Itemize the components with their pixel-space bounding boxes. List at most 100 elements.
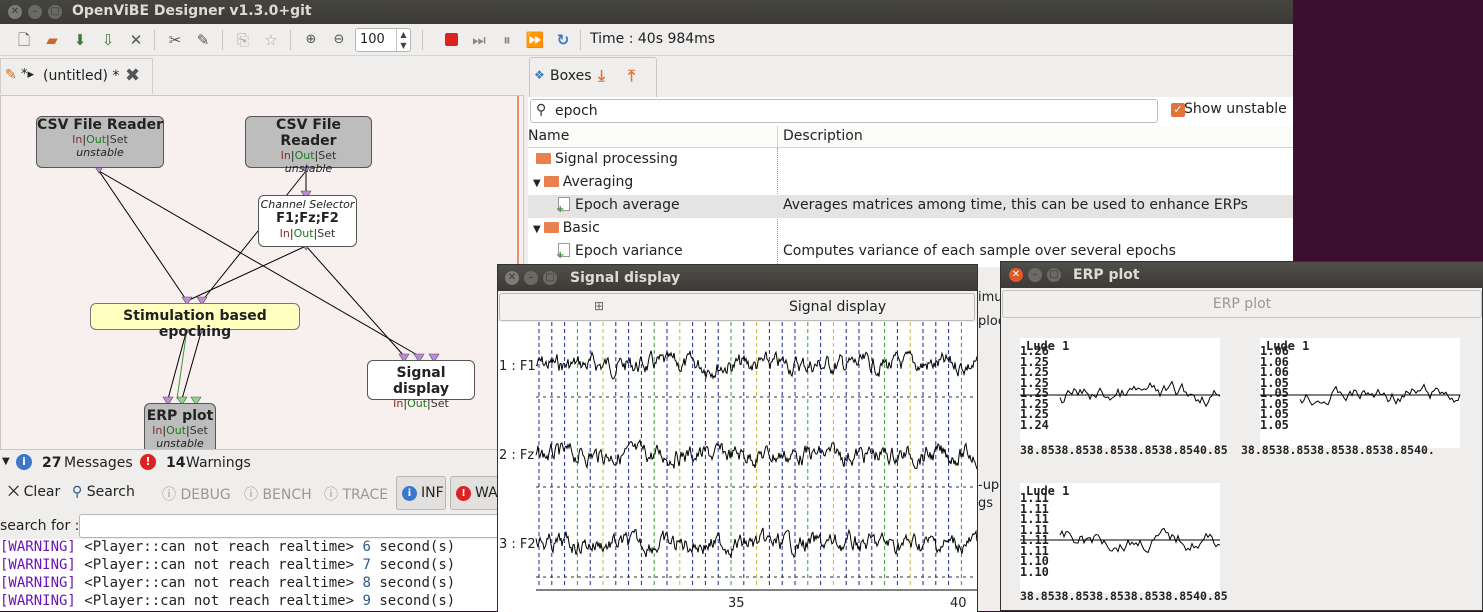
io-out: Out (293, 227, 314, 240)
messages-label: Messages (64, 455, 133, 471)
io-out: Out (166, 424, 187, 437)
tree-row-basic[interactable]: ▼ Basic (528, 218, 1293, 241)
partial-text: imu (978, 290, 1003, 305)
download-icon[interactable]: ⤓ (598, 66, 605, 86)
maximize-window-icon[interactable]: □ (543, 271, 557, 285)
upload-icon[interactable]: ⤒ (628, 66, 635, 86)
collapse-icon[interactable]: ▼ (2, 456, 10, 467)
trace-filter[interactable]: ⓘ TRACE (324, 484, 388, 504)
box-name: F1;Fz;F2 (276, 211, 339, 226)
zoom-value: 100 (360, 32, 385, 47)
col-name[interactable]: Name (528, 128, 569, 144)
zoom-out-icon[interactable]: ⊖ (329, 30, 349, 50)
signal-display-button[interactable]: ⊞ Signal display (499, 293, 975, 321)
io-in: In (72, 133, 83, 146)
window-title: Signal display (570, 270, 681, 286)
signal-plot-area[interactable]: 1 : F1 2 : Fz 3 : F2 35 40 (498, 322, 977, 612)
search-for-label: search for : (0, 518, 80, 534)
bench-filter[interactable]: ⓘ BENCH (244, 484, 312, 504)
play-icon[interactable]: ⏩ (525, 30, 545, 50)
new-icon[interactable]: 🗋 (14, 30, 34, 50)
show-unstable-checkbox[interactable]: ✓ (1171, 103, 1185, 117)
redo-icon[interactable]: ☆ (261, 30, 281, 50)
box-channel-selector[interactable]: Channel Selector F1;Fz;F2 In|Out|Set (258, 195, 357, 247)
edit-icon[interactable]: ✎ (193, 30, 213, 50)
tree-row-signal-processing[interactable]: Signal processing (528, 149, 1293, 172)
warning-filter-toggle[interactable]: ! WA (450, 476, 498, 510)
close-window-icon[interactable]: ✕ (505, 271, 519, 285)
pause-icon[interactable]: ⏸ (497, 30, 517, 50)
toolbar-separator (154, 30, 155, 50)
tree-row-epoch-average[interactable]: Epoch average Averages matrices among ti… (528, 195, 1293, 218)
debug-filter[interactable]: ⓘ DEBUG (162, 484, 231, 504)
log-view[interactable]: [WARNING] <Player::can not reach realtim… (0, 539, 498, 611)
tab-boxes[interactable]: ❖ Boxes ⤓ ⤒ (529, 57, 657, 97)
step-icon[interactable]: ⏭ (469, 30, 489, 50)
tree-row-averaging[interactable]: ▼ Averaging (528, 172, 1293, 195)
stop-icon[interactable] (441, 30, 461, 50)
box-name: Stimulation based epoching (123, 308, 267, 340)
minimize-window-icon[interactable]: – (524, 271, 538, 285)
maximize-window-icon[interactable]: □ (48, 5, 62, 19)
box-label: Channel Selector (260, 198, 355, 211)
partial-text: gs (978, 496, 994, 511)
folder-icon (543, 176, 559, 187)
warning-icon: ! (140, 454, 156, 470)
warn-label: WA (475, 485, 498, 501)
close-tab-icon[interactable]: ✖ (125, 65, 140, 86)
log-text: <Player::can not reach realtime> (84, 593, 355, 609)
undo-icon[interactable]: ⎘ (233, 30, 253, 50)
preferences-icon[interactable]: ✂ (165, 30, 185, 50)
box-name: Signal display (392, 365, 450, 397)
toolbar-separator (290, 30, 291, 50)
erp-x-ticks: 38.8538.8538.8538.8538.8540. (1241, 443, 1435, 457)
io-set: Set (109, 133, 128, 146)
zoom-in-icon[interactable]: ⊕ (301, 30, 321, 50)
box-signal-display[interactable]: Signal display In|Out|Set (367, 360, 475, 410)
erp-y-ticks: 1.11 1.11 1.11 1.11 1.11 1.11 1.10 1.10 (1020, 492, 1049, 577)
erp-plot-window: ✕ – □ ERP plot ERP plot Lude 1 1.26 1.25… (1000, 261, 1483, 611)
close-window-icon[interactable]: ✕ (8, 5, 22, 19)
io-in: In (393, 397, 404, 410)
toolbar: 🗋 ▰ ⬇ ⇩ ✕ ✂ ✎ ⎘ ☆ ⊕ ⊖ 100 ▲ ▼ ⏭ ⏸ ⏩ ↻ Tim… (0, 24, 1293, 56)
search-icon: ⚲ (536, 102, 547, 118)
warning-icon: ! (456, 486, 471, 501)
trace-label: TRACE (342, 487, 389, 503)
save-as-icon[interactable]: ⇩ (98, 30, 118, 50)
row-name: Basic (562, 220, 600, 236)
zoom-spinbox[interactable]: 100 ▲ ▼ (355, 28, 411, 52)
search-button[interactable]: ⚲ Search (72, 484, 135, 500)
expander-icon[interactable]: ▼ (533, 224, 541, 235)
warnings-label: Warnings (186, 455, 251, 471)
search-icon: ⚲ (72, 484, 83, 500)
box-stimulation-epoching[interactable]: Stimulation based epoching (90, 303, 300, 340)
fast-forward-icon[interactable]: ↻ (553, 30, 573, 50)
log-num: 7 (362, 557, 371, 573)
tab-scenario[interactable]: ✎ *▸ (untitled) * ✖ (0, 58, 153, 94)
console-search-input[interactable] (79, 514, 499, 538)
debug-label: DEBUG (180, 487, 231, 503)
clear-button[interactable]: ⨉ Clear (8, 484, 60, 500)
io-in: In (280, 149, 291, 162)
spin-arrows-icon[interactable]: ▲ ▼ (396, 29, 410, 51)
box-csv-reader-1[interactable]: CSV File Reader In|Out|Set unstable (36, 116, 164, 168)
io-set: Set (189, 424, 208, 437)
close-icon[interactable]: ✕ (126, 30, 146, 50)
save-icon[interactable]: ⬇ (70, 30, 90, 50)
box-name: ERP plot (146, 408, 214, 424)
erp-y-ticks: 1.06 1.06 1.06 1.05 1.05 1.05 1.05 1.05 (1260, 345, 1289, 430)
scenario-canvas[interactable]: CSV File Reader In|Out|Set unstable CSV … (0, 95, 524, 450)
open-icon[interactable]: ▰ (42, 30, 62, 50)
box-csv-reader-2[interactable]: CSV File Reader In|Out|Set unstable (245, 116, 372, 175)
minimize-window-icon[interactable]: – (28, 5, 42, 19)
log-tag: [WARNING] (0, 575, 76, 591)
expander-icon[interactable]: ▼ (533, 178, 541, 189)
log-tag: [WARNING] (0, 539, 76, 555)
box-erp-plot[interactable]: ERP plot In|Out|Set unstable (144, 403, 216, 449)
box-search-input[interactable]: ⚲ epoch (530, 99, 1158, 123)
col-description[interactable]: Description (783, 128, 863, 144)
info-icon: i (402, 486, 417, 501)
folder-icon (536, 153, 551, 164)
messages-count: 27 (42, 455, 62, 471)
info-filter-toggle[interactable]: i INF (396, 476, 446, 510)
